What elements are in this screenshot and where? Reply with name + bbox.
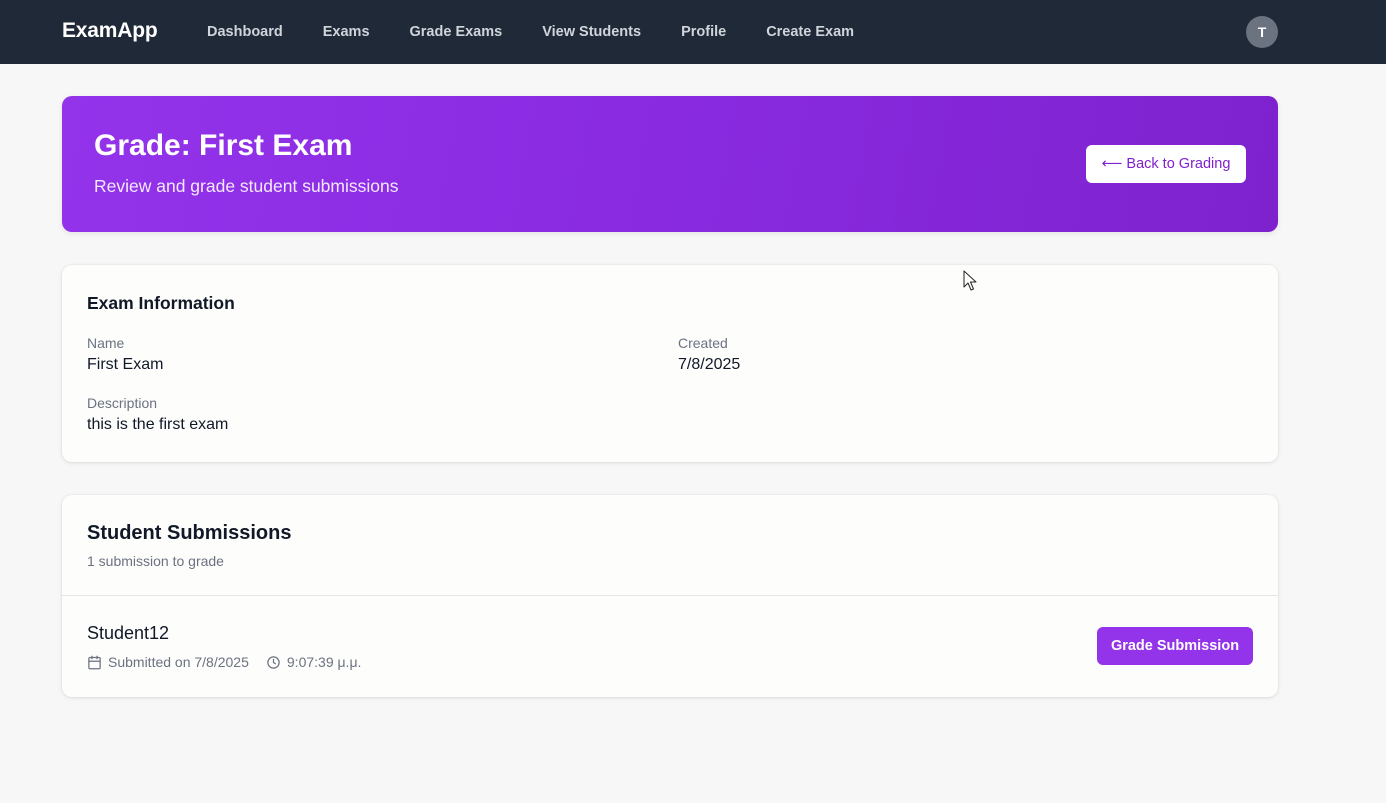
submitted-time: 9:07:39 μ.μ. [286, 654, 362, 670]
student-name: Student12 [87, 623, 170, 643]
divider [62, 595, 1278, 596]
app-logo[interactable]: ExamApp [62, 19, 158, 43]
nav-link-view-students[interactable]: View Students [542, 24, 641, 40]
exam-info-card: Exam Information Name First Exam Created… [62, 265, 1278, 462]
nav-link-exams[interactable]: Exams [323, 24, 370, 40]
page-subtitle: Review and grade student submissions [94, 176, 399, 196]
user-avatar[interactable]: T [1246, 16, 1278, 48]
nav-link-dashboard[interactable]: Dashboard [207, 24, 283, 40]
page-title: Grade: First Exam [94, 129, 353, 162]
submission-meta: Submitted on 7/8/2025 9:07:39 μ.μ. [87, 653, 361, 671]
clock-icon [266, 655, 281, 670]
student-submissions-card: Student Submissions 1 submission to grad… [62, 495, 1278, 697]
mouse-cursor-icon [963, 270, 977, 297]
nav-links: Dashboard Exams Grade Exams View Student… [207, 0, 894, 64]
exam-name-label: Name [87, 335, 125, 351]
exam-created-value: 7/8/2025 [678, 356, 741, 373]
nav-link-profile[interactable]: Profile [681, 24, 726, 40]
exam-description-value: this is the first exam [87, 416, 229, 433]
nav-link-create-exam[interactable]: Create Exam [766, 24, 854, 40]
exam-info-heading: Exam Information [87, 293, 235, 313]
calendar-icon [87, 655, 102, 670]
exam-description-label: Description [87, 395, 158, 411]
page-header-banner: Grade: First Exam Review and grade stude… [62, 96, 1278, 232]
submissions-heading: Student Submissions [87, 522, 292, 544]
grade-submission-button[interactable]: Grade Submission [1097, 627, 1253, 665]
nav-link-grade-exams[interactable]: Grade Exams [410, 24, 503, 40]
submissions-count: 1 submission to grade [87, 553, 224, 569]
submitted-date: Submitted on 7/8/2025 [108, 654, 249, 670]
back-to-grading-button[interactable]: ⟵ Back to Grading [1086, 145, 1246, 183]
exam-created-label: Created [678, 335, 728, 351]
top-navbar: ExamApp Dashboard Exams Grade Exams View… [0, 0, 1386, 64]
exam-name-value: First Exam [87, 356, 164, 373]
